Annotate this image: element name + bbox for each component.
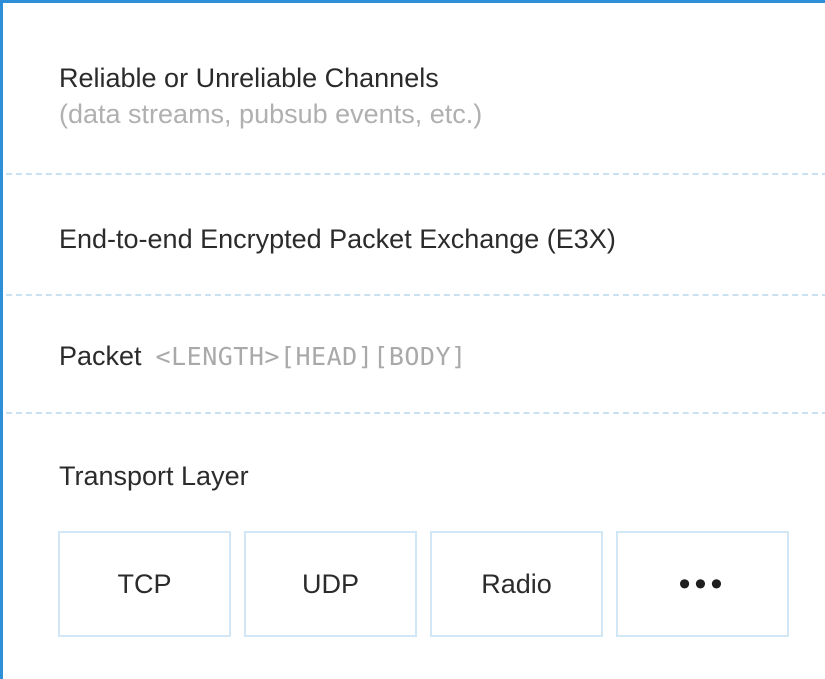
packet-format: <LENGTH>[HEAD][BODY] [155, 342, 467, 371]
channels-layer-subtitle: (data streams, pubsub events, etc.) [59, 99, 483, 129]
transport-box-more: ••• [616, 531, 789, 637]
transport-label: Radio [481, 568, 552, 599]
transport-layer-title: Transport Layer [59, 461, 249, 491]
transport-options: TCP UDP Radio ••• [58, 531, 789, 637]
transport-box-tcp: TCP [58, 531, 231, 637]
layer-divider [6, 412, 825, 414]
packet-layer: Packet <LENGTH>[HEAD][BODY] [59, 341, 467, 372]
stack-diagram-frame: Reliable or Unreliable Channels (data st… [0, 0, 825, 679]
ellipsis-icon: ••• [678, 564, 727, 603]
e3x-layer-title: End-to-end Encrypted Packet Exchange (E3… [59, 224, 616, 254]
layer-divider [6, 173, 825, 175]
channels-layer-title: Reliable or Unreliable Channels [59, 63, 439, 93]
transport-label: TCP [117, 568, 172, 599]
transport-box-radio: Radio [430, 531, 603, 637]
packet-layer-title: Packet [59, 341, 142, 371]
transport-label: UDP [301, 568, 359, 599]
transport-box-udp: UDP [244, 531, 417, 637]
layer-divider [6, 294, 825, 296]
